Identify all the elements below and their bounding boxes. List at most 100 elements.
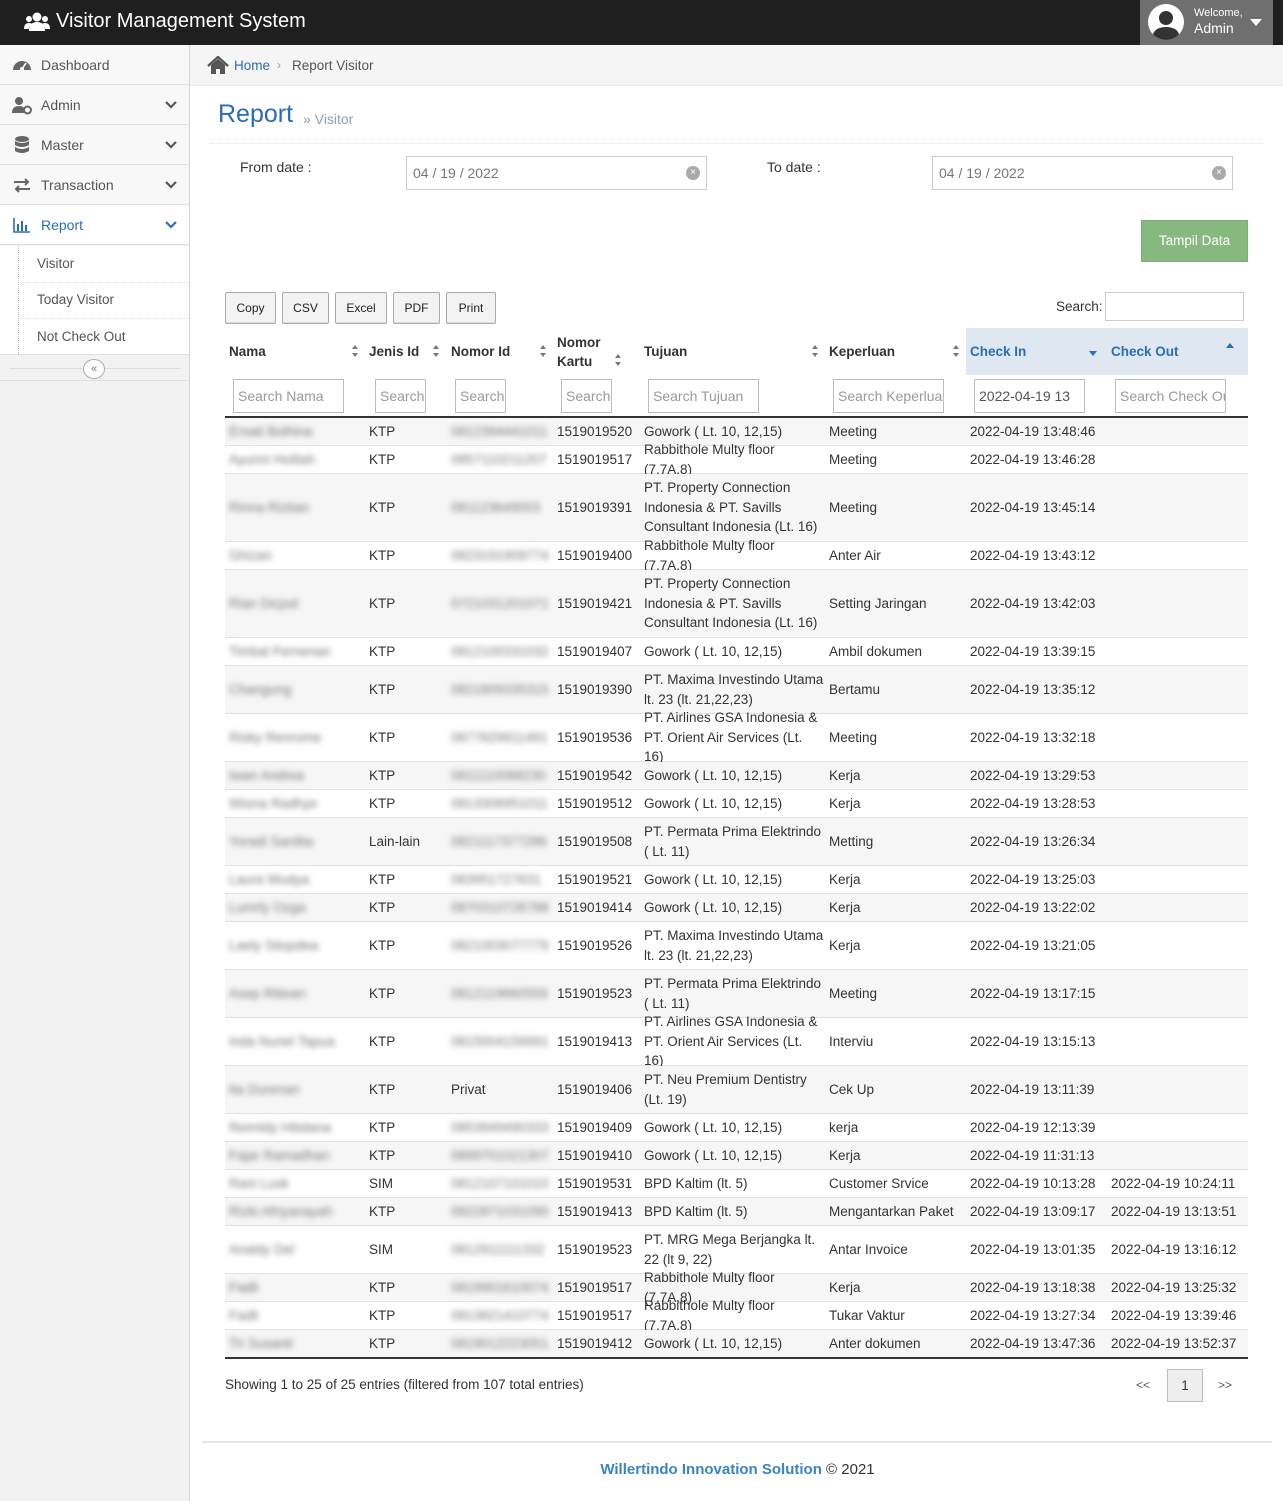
column-header-check-out[interactable]: Check Out [1107,328,1248,375]
cell-nomor-id: 0821809335315 [451,681,549,697]
cell-check-in: 2022-04-19 13:15:13 [970,1033,1096,1049]
cell-nomor-kartu: 1519019409 [557,1119,633,1135]
cell-nama: Reimldy Hitidana [229,1119,332,1135]
sidebar-item-transaction[interactable]: Transaction [0,165,189,205]
cell-nomor-kartu: 1519019512 [557,795,633,811]
column-header-nomor-kartu[interactable]: Nomor Kartu [553,328,613,375]
table-row: Analdy Del SIM 0812911111332 1519019523 PT. … [225,1226,1248,1274]
search-nomor-kartu-input[interactable]: Search [561,379,612,413]
pagination-page-1[interactable]: 1 [1167,1369,1203,1402]
excel-button[interactable]: Excel [335,292,387,324]
cell-check-in: 2022-04-19 13:48:46 [970,423,1096,439]
cell-tujuan: Gowork ( Lt. 10, 12,15) [644,899,783,915]
cell-jenis-id: KTP [369,547,396,563]
cell-jenis-id: KTP [369,1081,396,1097]
to-date-input[interactable]: 04 / 19 / 2022 × [932,156,1233,190]
column-header-nomor-id[interactable]: Nomor Id [447,328,553,375]
user-gear-icon [12,97,32,115]
cell-nomor-kartu: 1519019421 [557,595,633,611]
users-icon [24,12,50,31]
submenu-item-visitor[interactable]: Visitor [37,256,74,271]
cell-tujuan: Gowork ( Lt. 10, 12,15) [644,1335,783,1351]
cell-nama: Yoradi Sardita [229,833,314,849]
table-row: Yoradi Sardita Lain-lain 0821117377286 1519… [225,818,1248,866]
column-header-tujuan[interactable]: Tujuan [640,328,825,375]
cell-nomor-kartu: 1519019517 [557,1307,633,1323]
csv-button[interactable]: CSV [282,292,329,324]
bar-chart-icon [13,218,30,233]
table-row: Tri Susanti KTP 0819012223051 1519019412 Gow… [225,1330,1248,1358]
to-date-label: To date : [767,159,821,175]
submenu-item-not-check-out[interactable]: Not Check Out [37,329,126,344]
cell-check-in: 2022-04-19 13:32:18 [970,729,1096,745]
cell-tujuan: PT. Permata Prima Elektrindo ( Lt. 11) [644,976,822,1011]
cell-nama: Rani Lusk [229,1175,290,1191]
cell-check-in: 2022-04-19 13:45:14 [970,499,1096,515]
caret-down-icon [1250,19,1262,26]
sidebar-item-label: Master [41,137,84,153]
table-info: Showing 1 to 25 of 25 entries (filtered … [225,1377,584,1392]
pdf-button[interactable]: PDF [393,292,440,324]
copy-button[interactable]: Copy [225,292,276,324]
breadcrumb-home-link[interactable]: Home [234,58,270,73]
from-date-input[interactable]: 04 / 19 / 2022 × [406,156,707,190]
cell-tujuan: Gowork ( Lt. 10, 12,15) [644,1119,783,1135]
cell-check-in: 2022-04-19 13:46:28 [970,451,1096,467]
cell-nama: Fajar Ramadhan [229,1147,330,1163]
cell-nomor-kartu: 1519019406 [557,1081,633,1097]
column-header-jenis-id[interactable]: Jenis Id [365,328,446,375]
cell-jenis-id: KTP [369,643,396,659]
sidebar-item-label: Report [41,217,84,233]
cell-jenis-id: KTP [369,499,396,515]
cell-check-in: 2022-04-19 10:13:28 [970,1175,1096,1191]
collapse-sidebar-button[interactable]: « [83,359,105,379]
table-row: Risky Renrome KTP 0877829911491 1519019536 P… [225,710,1248,764]
cell-nomor-kartu: 1519019517 [557,451,633,467]
search-check-in-input[interactable]: 2022-04-19 13 [974,379,1085,413]
cell-nomor-id: 0870310726788 [451,899,549,915]
clear-from-date-icon[interactable]: × [686,166,700,180]
submenu-item-today-visitor[interactable]: Today Visitor [37,292,114,307]
from-date-value: 04 / 19 / 2022 [413,165,499,181]
cell-jenis-id: KTP [369,899,396,915]
cell-keperluan: Kerja [829,871,861,887]
sidebar-item-report[interactable]: Report [0,205,189,245]
cell-tujuan: Gowork ( Lt. 10, 12,15) [644,1147,783,1163]
breadcrumb-separator: › [277,58,281,72]
cell-keperluan: Kerja [829,795,861,811]
cell-nomor-id: 0815004159991 [451,1033,549,1049]
cell-check-in: 2022-04-19 13:47:36 [970,1335,1096,1351]
app-brand[interactable]: Visitor Management System [24,10,306,33]
cell-nomor-id: 0812119660559 [451,985,548,1001]
search-keperluan-input[interactable]: Search Keperluan [833,379,944,413]
column-header-check-in[interactable]: Check In [966,328,1107,375]
pagination-prev[interactable]: << [1136,1378,1150,1392]
cell-check-out: 2022-04-19 13:13:51 [1111,1203,1237,1219]
pagination-next[interactable]: >> [1218,1378,1232,1392]
search-nomor-id-input[interactable]: Search [455,379,506,413]
cell-nomor-kartu: 1519019531 [557,1175,633,1191]
search-check-out-input[interactable]: Search Check Out [1115,379,1226,413]
clear-to-date-icon[interactable]: × [1212,166,1226,180]
footer-company[interactable]: Willertindo Innovation Solution [600,1461,822,1478]
search-tujuan-input[interactable]: Search Tujuan [648,379,759,413]
sidebar-item-label: Dashboard [41,57,110,73]
search-nama-input[interactable]: Search Nama [233,379,344,413]
cell-nomor-id: 0853949490333 [451,1119,549,1135]
cell-jenis-id: KTP [369,1279,396,1295]
print-button[interactable]: Print [446,292,496,324]
user-menu[interactable]: Welcome, Admin [1140,0,1273,45]
column-header-nama[interactable]: Nama [225,328,365,375]
cell-nomor-id: 0822871031090 [451,1203,549,1219]
cell-tujuan: BPD Kaltim (lt. 5) [644,1203,748,1219]
sidebar-item-master[interactable]: Master [0,125,189,165]
tampil-data-button[interactable]: Tampil Data [1141,220,1248,262]
cell-nama: Ghizan [229,547,272,563]
sidebar-item-dashboard[interactable]: Dashboard [0,45,189,85]
breadcrumb: Home › Report Visitor [190,45,1283,86]
cell-nomor-kartu: 1519019521 [557,871,633,887]
search-input[interactable] [1105,292,1244,321]
sidebar-item-admin[interactable]: Admin [0,85,189,125]
column-header-keperluan[interactable]: Keperluan [825,328,966,375]
search-jenis-id-input[interactable]: Search [375,379,426,413]
